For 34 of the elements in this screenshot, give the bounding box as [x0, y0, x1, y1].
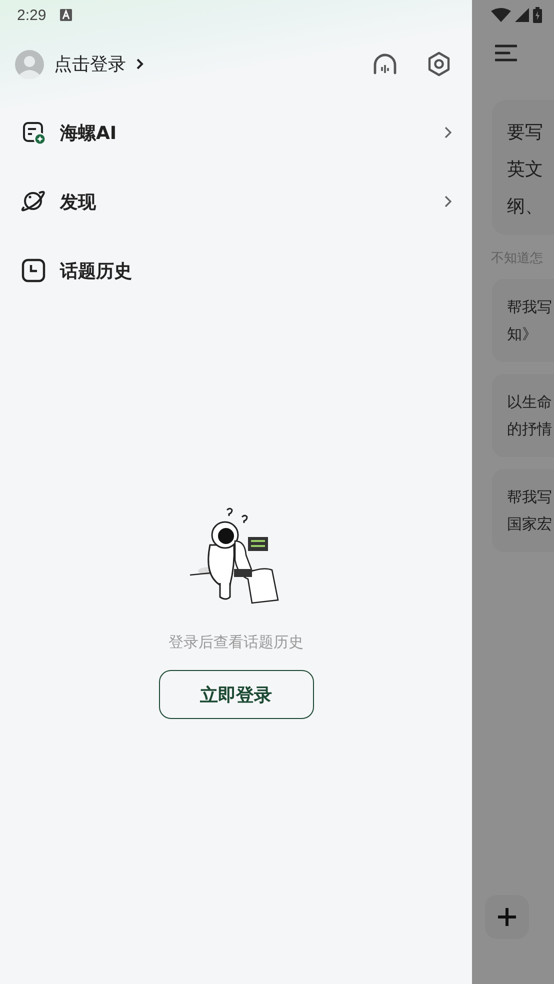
- prompt-text: 要写: [507, 121, 544, 145]
- prompt-text: 纲、: [507, 195, 544, 219]
- empty-history-message: 登录后查看话题历史: [168, 633, 304, 652]
- suggestion-text: 国家宏: [507, 514, 553, 535]
- plus-icon: [497, 907, 517, 927]
- wifi-icon: [491, 8, 511, 22]
- menu-icon[interactable]: [495, 44, 517, 62]
- suggestion-card[interactable]: 帮我写 国家宏: [492, 469, 554, 552]
- suggestion-text: 帮我写: [507, 297, 553, 318]
- menu-item[interactable]: 海螺AI: [0, 98, 472, 167]
- chevron-right-icon: [444, 195, 452, 208]
- menu-item[interactable]: 发现: [0, 167, 472, 236]
- chevron-right-icon: [444, 126, 452, 139]
- suggestion-card[interactable]: 帮我写 知》: [492, 279, 554, 362]
- add-button[interactable]: [485, 895, 529, 939]
- settings-icon[interactable]: [426, 51, 452, 77]
- suggestion-text: 帮我写: [507, 487, 553, 508]
- signal-icon: [515, 8, 529, 22]
- status-time: 2:29: [17, 6, 46, 24]
- suggestion-text: 以生命: [507, 392, 553, 413]
- ai-chat-icon: [20, 119, 47, 146]
- battery-icon: [533, 7, 542, 23]
- prompt-card[interactable]: 要写 英文 纲、: [492, 100, 554, 235]
- login-link[interactable]: 点击登录: [54, 52, 144, 76]
- suggestion-card[interactable]: 以生命 的抒情: [492, 374, 554, 457]
- keyboard-icon: [60, 9, 72, 21]
- menu-item[interactable]: 话题历史: [0, 236, 472, 305]
- prompt-text: 英文: [507, 158, 544, 182]
- chevron-right-icon: [136, 58, 144, 70]
- clock-icon: [20, 257, 47, 284]
- login-button[interactable]: 立即登录: [158, 670, 314, 719]
- suggestion-text: 的抒情: [507, 419, 553, 440]
- headphones-icon[interactable]: [372, 52, 398, 76]
- suggestion-text: 知》: [507, 324, 538, 345]
